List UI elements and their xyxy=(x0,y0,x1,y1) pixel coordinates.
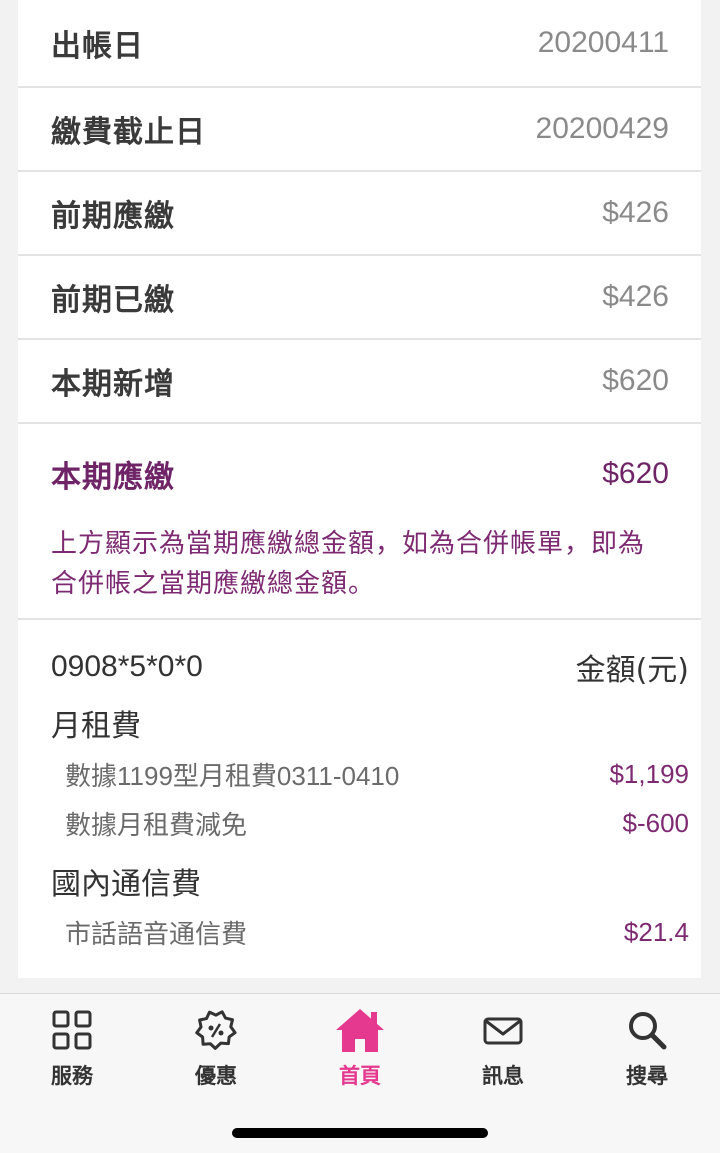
summary-row-new-charges: 本期新增 $620 xyxy=(18,340,701,424)
home-icon xyxy=(336,1009,384,1052)
coupon-tag-icon xyxy=(195,1010,237,1050)
mail-icon xyxy=(483,1017,523,1045)
bill-screen: 出帳日 20200411 繳費截止日 20200429 前期應繳 $426 前期… xyxy=(0,0,720,1153)
row-value: $426 xyxy=(602,280,669,313)
tab-search[interactable]: 搜尋 xyxy=(597,1006,697,1090)
summary-row-billing-date: 出帳日 20200411 xyxy=(18,0,701,88)
grid-icon xyxy=(52,1010,92,1050)
category-title-domestic-calls: 國內通信費 xyxy=(51,867,201,902)
amount-column-header: 金額(元) xyxy=(575,653,689,688)
tab-label: 搜尋 xyxy=(626,1064,668,1088)
summary-row-previous-paid: 前期已繳 $426 xyxy=(18,256,701,340)
list-item: 數據月租費減免 $-600 xyxy=(51,799,689,848)
tab-label: 優惠 xyxy=(195,1064,237,1088)
item-name: 數據月租費減免 xyxy=(65,810,248,840)
tab-label: 訊息 xyxy=(482,1064,524,1088)
row-value: 20200411 xyxy=(537,26,669,59)
current-due-label: 本期應繳 xyxy=(51,460,175,495)
phone-number: 0908*5*0*0 xyxy=(51,650,203,683)
row-label: 前期已繳 xyxy=(51,283,175,318)
item-amount: $-600 xyxy=(622,808,690,838)
summary-row-due-date: 繳費截止日 20200429 xyxy=(18,88,701,172)
row-label: 繳費截止日 xyxy=(51,115,206,150)
summary-row-previous-due: 前期應繳 $426 xyxy=(18,172,701,256)
tab-home[interactable]: 首頁 xyxy=(310,1006,410,1090)
item-amount: $21.4 xyxy=(623,917,689,947)
item-amount: $1,199 xyxy=(609,759,689,789)
home-indicator[interactable] xyxy=(232,1128,488,1138)
row-value: $426 xyxy=(602,196,669,229)
bill-card: 出帳日 20200411 繳費截止日 20200429 前期應繳 $426 前期… xyxy=(18,0,701,978)
category-title-monthly-fee: 月租費 xyxy=(51,709,141,744)
row-label: 前期應繳 xyxy=(51,199,175,234)
list-item: 市話語音通信費 $21.4 xyxy=(51,908,689,957)
tab-messages[interactable]: 訊息 xyxy=(453,1006,553,1090)
row-label: 本期新增 xyxy=(51,367,175,402)
tab-label: 首頁 xyxy=(339,1064,381,1088)
item-name: 數據1199型月租費0311-0410 xyxy=(65,761,400,791)
row-value: 20200429 xyxy=(535,112,669,145)
tab-offers[interactable]: 優惠 xyxy=(166,1006,266,1090)
current-due-note: 上方顯示為當期應繳總金額，如為合併帳單，即為合併帳之當期應繳總金額。 xyxy=(51,529,646,599)
row-value: $620 xyxy=(602,364,669,397)
row-label: 出帳日 xyxy=(51,29,144,64)
tab-label: 服務 xyxy=(51,1064,93,1088)
current-due-row: 本期應繳 $620 xyxy=(51,424,669,524)
list-item: 數據1199型月租費0311-0410 $1,199 xyxy=(51,750,689,799)
search-icon xyxy=(629,1012,667,1050)
current-due-block: 本期應繳 $620 上方顯示為當期應繳總金額，如為合併帳單，即為合併帳之當期應繳… xyxy=(18,424,701,620)
detail-header: 0908*5*0*0 金額(元) xyxy=(51,644,689,690)
current-due-value: $620 xyxy=(602,457,669,490)
bill-detail: 0908*5*0*0 金額(元) 月租費 數據1199型月租費0311-0410… xyxy=(18,620,701,957)
item-name: 市話語音通信費 xyxy=(65,919,248,949)
tab-services[interactable]: 服務 xyxy=(22,1006,122,1090)
